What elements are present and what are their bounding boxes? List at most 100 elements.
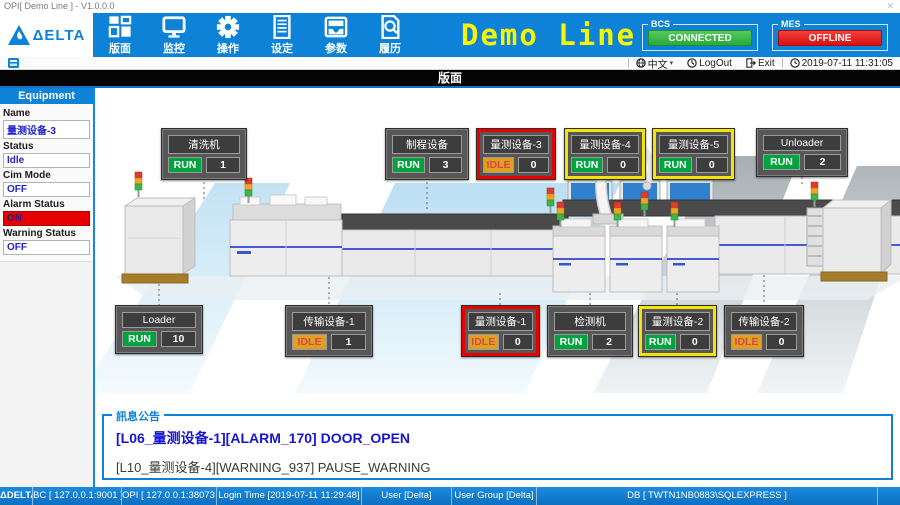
state-cell: IDLE [483,157,514,173]
count-cell: 10 [161,331,196,347]
status-bar: ΔDELTA BC [ 127.0.0.1:9001 ] OPI [ 127.0… [0,487,900,505]
message-board: 訊息公告 [L06_量测设备-1][ALARM_170] DOOR_OPEN [… [102,414,893,480]
menu-item-parameters[interactable]: 参数 [309,13,363,57]
field-label: Status [3,141,93,152]
sidebar-fields: Name 量测设备-3 Status Idle Cim Mode OFF Ala… [0,104,93,262]
clock-icon [790,58,800,68]
state-cell: RUN [763,154,800,170]
state-cell: RUN [122,331,157,347]
message-warning: [L10_量测设备-4][WARNING_937] PAUSE_WARNING [116,457,879,476]
count-cell: 0 [607,157,639,173]
statusbar-user: User [Delta] [362,487,452,505]
menu-item-layout[interactable]: 版面 [93,13,147,57]
settings-doc-icon [269,15,295,39]
mes-status-button[interactable]: OFFLINE [778,30,882,46]
statusbar-tail [878,487,900,505]
exit-button[interactable]: Exit [739,57,782,69]
process-conveyor [342,214,568,276]
count-cell: 1 [331,334,366,350]
equipment-name: 传输设备-2 [731,312,797,331]
equipment-box-inspection[interactable]: 检测机 RUN2 [547,305,633,357]
statusbar-db: DB [ TWTN1NB0883\SQLEXPRESS ] [537,487,878,505]
app-header: ΔELTA 版面 [0,13,900,57]
state-cell: RUN [645,334,676,350]
statusbar-bc: BC [ 127.0.0.1:9001 ] [33,487,122,505]
datetime-display: 2019-07-11 11:31:05 [783,57,900,69]
state-cell: RUN [659,157,692,173]
state-cell: IDLE [468,334,499,350]
count-cell: 1 [206,157,240,173]
field-value: Idle [3,153,90,168]
field-value: OFF [3,182,90,197]
line-title: Demo Line [461,18,636,52]
equipment-box-measure-4[interactable]: 量测设备-4 RUN0 [564,128,646,180]
menu-item-label: 监控 [163,40,185,56]
language-label: 中文 [648,56,668,71]
sidebar-field-cim-mode: Cim Mode OFF [0,170,93,197]
equipment-name: 量测设备-2 [645,312,710,331]
count-cell: 0 [696,157,729,173]
production-line-view: 清洗机 RUN1 制程设备 RUN3 量测设备-3 IDLE0 量测设备-4 R… [95,88,900,410]
bcs-label: BCS [648,19,673,29]
count-cell: 2 [592,334,626,350]
connection-status-group: BCS CONNECTED MES OFFLINE [642,19,900,51]
bcs-status-button[interactable]: CONNECTED [648,30,752,46]
floor-strip [115,276,900,300]
equipment-name: 量测设备-5 [659,135,728,154]
equipment-box-loader[interactable]: Loader RUN10 [115,305,203,354]
field-label: Name [3,108,93,119]
equipment-name: 传输设备-1 [292,312,366,331]
equipment-name: 量测设备-4 [571,135,639,154]
equipment-box-measure-3[interactable]: 量测设备-3 IDLE0 [476,128,556,180]
equipment-box-cleaning[interactable]: 清洗机 RUN1 [161,128,247,180]
menu-item-settings[interactable]: 设定 [255,13,309,57]
logout-label: LogOut [699,58,732,69]
page-title: 版面 [0,70,900,88]
field-value: ON [3,211,90,226]
equipment-box-transfer-1[interactable]: 传输设备-1 IDLE1 [285,305,373,357]
equipment-box-unloader[interactable]: Unloader RUN2 [756,128,848,177]
window-icon[interactable] [8,58,19,68]
state-cell: RUN [571,157,603,173]
menu-item-label: 设定 [271,40,293,56]
statusbar-opi: OPI [ 127.0.0.1:38073 ] [122,487,217,505]
main-area: 清洗机 RUN1 制程设备 RUN3 量测设备-3 IDLE0 量测设备-4 R… [93,88,900,487]
chevron-down-icon: ▾ [670,59,674,67]
grid-icon [107,15,133,39]
header-menu-band: 版面 监控 [93,13,900,57]
logout-icon [687,58,697,68]
language-dropdown[interactable]: 中文 ▾ [629,57,681,69]
statusbar-brand: ΔDELTA [0,487,33,505]
close-icon[interactable]: ✕ [886,0,900,13]
equipment-sidebar: Equipment Name 量测设备-3 Status Idle Cim Mo… [0,88,93,487]
opi-application-window: OPI[ Demo Line ] - V1.0.0.0 ✕ ΔELTA 版面 [0,0,900,505]
globe-icon [636,58,646,68]
sidebar-field-warning-status: Warning Status OFF [0,228,93,255]
cleaning-machine [230,195,342,276]
menu-item-operate[interactable]: 操作 [201,13,255,57]
equipment-box-measure-1[interactable]: 量测设备-1 IDLE0 [461,305,540,357]
menu-item-monitor[interactable]: 监控 [147,13,201,57]
logout-button[interactable]: LogOut [680,57,739,69]
history-doc-icon [377,15,403,39]
menu-item-history[interactable]: 履历 [363,13,417,57]
equipment-box-process[interactable]: 制程设备 RUN3 [385,128,469,180]
state-cell: RUN [392,157,425,173]
sub-toolbar: 中文 ▾ LogOut Exit [0,57,900,70]
state-cell: RUN [554,334,588,350]
equipment-name: 量测设备-1 [468,312,533,331]
message-board-title: 訊息公告 [112,408,164,424]
body-row: Equipment Name 量测设备-3 Status Idle Cim Mo… [0,88,900,487]
message-alarm: [L06_量测设备-1][ALARM_170] DOOR_OPEN [116,428,879,448]
equipment-box-measure-5[interactable]: 量测设备-5 RUN0 [652,128,735,180]
statusbar-login-time: Login Time [2019-07-11 11:29:48] [217,487,362,505]
count-cell: 0 [518,157,549,173]
equipment-box-measure-2[interactable]: 量测设备-2 RUN0 [638,305,717,357]
equipment-box-transfer-2[interactable]: 传输设备-2 IDLE0 [724,305,804,357]
sub-toolbar-right: 中文 ▾ LogOut Exit [628,57,900,69]
equipment-name: Unloader [763,135,841,151]
field-label: Alarm Status [3,199,93,210]
front-measurement-machines [553,219,719,292]
exit-icon [746,58,756,68]
params-drawer-icon [323,15,349,39]
